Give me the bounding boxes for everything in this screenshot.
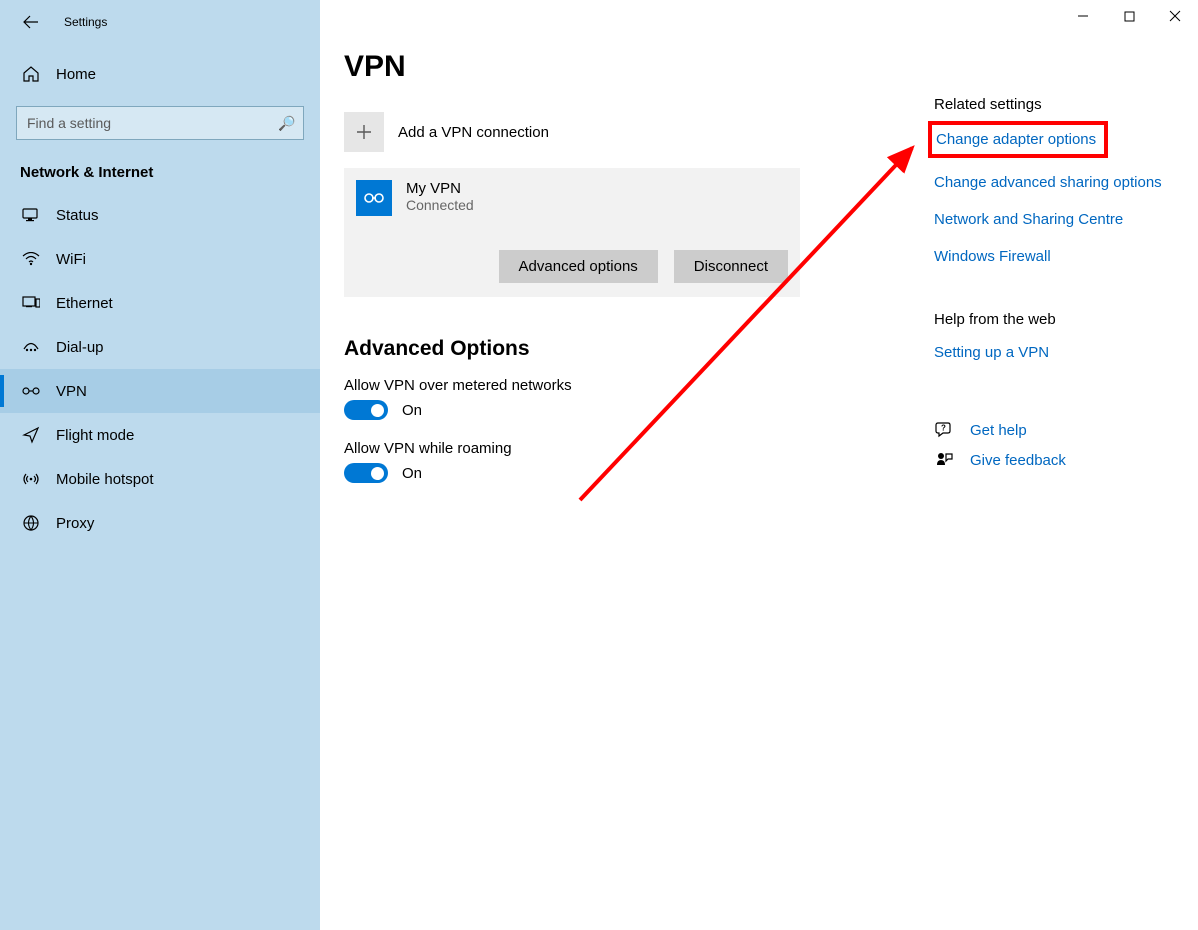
close-button[interactable]: [1152, 0, 1198, 32]
link-network-sharing-centre[interactable]: Network and Sharing Centre: [934, 211, 1174, 228]
ethernet-icon: [20, 296, 42, 310]
nav-label: Ethernet: [56, 295, 113, 312]
sidebar-item-vpn[interactable]: VPN: [0, 369, 320, 413]
sidebar-section-title: Network & Internet: [20, 164, 320, 181]
wifi-icon: [20, 252, 42, 266]
titlebar: Settings: [0, 0, 320, 44]
sidebar-home[interactable]: Home: [0, 52, 320, 96]
plus-tile: [344, 112, 384, 152]
airplane-icon: [20, 426, 42, 444]
sidebar-item-mobile-hotspot[interactable]: Mobile hotspot: [0, 457, 320, 501]
get-help-row[interactable]: ? Get help: [934, 421, 1174, 439]
sidebar-item-proxy[interactable]: Proxy: [0, 501, 320, 545]
nav-label: Proxy: [56, 515, 94, 532]
nav-label: Dial-up: [56, 339, 104, 356]
nav-label: WiFi: [56, 251, 86, 268]
annotation-highlight-box: Change adapter options: [928, 121, 1108, 158]
minimize-button[interactable]: [1060, 0, 1106, 32]
disconnect-button[interactable]: Disconnect: [674, 250, 788, 283]
app-title: Settings: [64, 15, 107, 29]
vpn-tile-icon: [363, 190, 385, 206]
window-controls: [1060, 0, 1198, 32]
sidebar-item-flight-mode[interactable]: Flight mode: [0, 413, 320, 457]
give-feedback-row[interactable]: Give feedback: [934, 451, 1174, 469]
link-setting-up-vpn[interactable]: Setting up a VPN: [934, 344, 1174, 361]
maximize-button[interactable]: [1106, 0, 1152, 32]
sidebar-item-wifi[interactable]: WiFi: [0, 237, 320, 281]
help-from-web-heading: Help from the web: [934, 311, 1174, 328]
dialup-icon: [20, 340, 42, 354]
vpn-tile: [356, 180, 392, 216]
maximize-icon: [1124, 11, 1135, 22]
status-icon: [20, 208, 42, 222]
minimize-icon: [1077, 10, 1089, 22]
plus-icon: [355, 123, 373, 141]
advanced-options-button[interactable]: Advanced options: [499, 250, 658, 283]
toggle-metered-state: On: [402, 402, 422, 419]
toggle-roaming-state: On: [402, 465, 422, 482]
nav-label: Mobile hotspot: [56, 471, 154, 488]
nav-label: VPN: [56, 383, 87, 400]
hotspot-icon: [20, 471, 42, 487]
search-input[interactable]: [27, 115, 278, 131]
sidebar-item-dialup[interactable]: Dial-up: [0, 325, 320, 369]
sidebar-item-status[interactable]: Status: [0, 193, 320, 237]
sidebar-item-ethernet[interactable]: Ethernet: [0, 281, 320, 325]
nav-label: Flight mode: [56, 427, 134, 444]
arrow-left-icon: [23, 14, 39, 30]
vpn-status: Connected: [406, 197, 474, 213]
link-change-adapter-options[interactable]: Change adapter options: [936, 131, 1096, 148]
vpn-name: My VPN: [406, 180, 474, 197]
search-icon: 🔍: [278, 115, 295, 132]
close-icon: [1169, 10, 1181, 22]
nav-label: Status: [56, 207, 99, 224]
home-icon: [20, 65, 42, 83]
help-icon: ?: [934, 421, 954, 439]
search-box[interactable]: 🔍: [16, 106, 304, 140]
feedback-icon: [934, 451, 954, 469]
sidebar: Settings Home 🔍 Network & Internet Statu…: [0, 0, 320, 930]
link-windows-firewall[interactable]: Windows Firewall: [934, 248, 1174, 265]
toggle-roaming[interactable]: [344, 463, 388, 483]
vpn-card[interactable]: My VPN Connected Advanced options Discon…: [344, 168, 800, 297]
globe-icon: [20, 514, 42, 532]
link-change-advanced-sharing[interactable]: Change advanced sharing options: [934, 174, 1174, 191]
give-feedback-label: Give feedback: [970, 452, 1066, 469]
related-settings-heading: Related settings: [934, 96, 1174, 113]
vpn-icon: [20, 384, 42, 398]
svg-text:?: ?: [941, 424, 946, 433]
get-help-label: Get help: [970, 422, 1027, 439]
vpn-info: My VPN Connected: [406, 180, 474, 213]
page-title: VPN: [344, 50, 1198, 84]
toggle-metered[interactable]: [344, 400, 388, 420]
back-button[interactable]: [16, 7, 46, 37]
add-vpn-label: Add a VPN connection: [398, 124, 549, 141]
home-label: Home: [56, 66, 96, 83]
right-rail: Related settings Change adapter options …: [934, 96, 1174, 481]
